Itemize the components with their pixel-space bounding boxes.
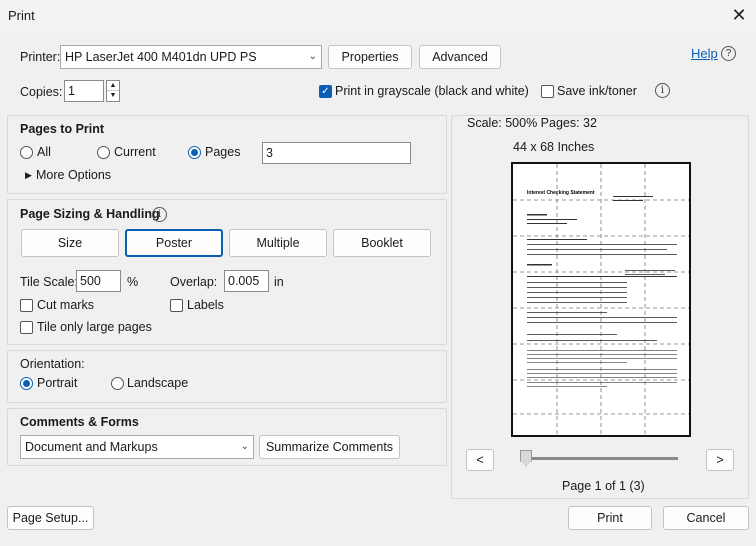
comments-select[interactable]: Document and Markups ⌄ — [20, 435, 254, 459]
poster-button[interactable]: Poster — [125, 229, 223, 257]
multiple-button[interactable]: Multiple — [229, 229, 327, 257]
expand-triangle-icon[interactable]: ▶ — [25, 170, 32, 181]
overlap-unit: in — [274, 275, 284, 289]
labels-checkbox[interactable] — [170, 299, 183, 312]
print-button[interactable]: Print — [568, 506, 652, 530]
page-setup-button[interactable]: Page Setup... — [7, 506, 94, 530]
help-link[interactable]: Help — [691, 46, 718, 61]
printer-select-value: HP LaserJet 400 M401dn UPD PS — [65, 50, 257, 64]
save-ink-checkbox[interactable] — [541, 85, 554, 98]
booklet-button[interactable]: Booklet — [333, 229, 431, 257]
sizing-info-icon[interactable]: i — [152, 207, 167, 222]
chevron-down-icon: ⌄ — [240, 441, 249, 452]
grayscale-checkbox[interactable]: ✓ — [319, 85, 332, 98]
preview-size-text: 44 x 68 Inches — [513, 140, 595, 154]
printer-label: Printer: — [20, 50, 61, 64]
copies-label: Copies: — [20, 85, 63, 99]
page-sizing-heading: Page Sizing & Handling — [20, 207, 160, 221]
radio-landscape-label: Landscape — [127, 376, 189, 390]
summarize-comments-button[interactable]: Summarize Comments — [259, 435, 400, 459]
title-bar — [0, 0, 756, 32]
cut-marks-label: Cut marks — [37, 298, 94, 312]
tile-only-large-label: Tile only large pages — [37, 320, 152, 334]
copies-stepper[interactable]: ▲ ▼ — [106, 80, 120, 102]
more-options-toggle[interactable]: More Options — [36, 168, 111, 182]
help-icon[interactable]: ? — [721, 46, 736, 61]
grayscale-label: Print in grayscale (black and white) — [335, 84, 529, 98]
overlap-input[interactable]: 0.005 — [224, 270, 269, 292]
radio-pages[interactable] — [188, 146, 201, 159]
radio-pages-label: Pages — [205, 145, 241, 159]
comments-heading: Comments & Forms — [20, 415, 139, 429]
preview-doc-title: Interest Checking Statement — [527, 190, 595, 196]
comments-select-value: Document and Markups — [25, 440, 158, 454]
radio-portrait[interactable] — [20, 377, 33, 390]
cut-marks-checkbox[interactable] — [20, 299, 33, 312]
size-button[interactable]: Size — [21, 229, 119, 257]
radio-all[interactable] — [20, 146, 33, 159]
tile-scale-unit: % — [127, 275, 139, 289]
save-ink-label: Save ink/toner — [557, 84, 637, 98]
cancel-button[interactable]: Cancel — [663, 506, 749, 530]
next-page-button[interactable]: > — [706, 449, 734, 471]
stepper-down-icon[interactable]: ▼ — [107, 91, 119, 101]
preview-slider-track[interactable] — [526, 457, 678, 460]
labels-label: Labels — [187, 298, 224, 312]
copies-input[interactable]: 1 — [64, 80, 104, 102]
close-icon[interactable]: ✕ — [728, 4, 750, 26]
info-icon[interactable]: i — [655, 83, 670, 98]
properties-button[interactable]: Properties — [328, 45, 412, 69]
preview-scale-text: Scale: 500% Pages: 32 — [467, 116, 597, 130]
radio-current-label: Current — [114, 145, 156, 159]
advanced-button[interactable]: Advanced — [419, 45, 501, 69]
orientation-heading: Orientation: — [20, 357, 85, 371]
printer-select[interactable]: HP LaserJet 400 M401dn UPD PS ⌄ — [60, 45, 322, 69]
chevron-down-icon: ⌄ — [308, 51, 317, 62]
tile-scale-label: Tile Scale: — [20, 275, 78, 289]
tile-scale-input[interactable]: 500 — [76, 270, 121, 292]
preview-document: Interest Checking Statement — [513, 164, 689, 435]
radio-current[interactable] — [97, 146, 110, 159]
stepper-up-icon[interactable]: ▲ — [107, 81, 119, 91]
tile-only-large-checkbox[interactable] — [20, 321, 33, 334]
radio-landscape[interactable] — [111, 377, 124, 390]
radio-all-label: All — [37, 145, 51, 159]
pages-range-input[interactable]: 3 — [262, 142, 411, 164]
overlap-label: Overlap: — [170, 275, 218, 289]
page-indicator: Page 1 of 1 (3) — [562, 479, 645, 493]
pages-to-print-heading: Pages to Print — [20, 122, 105, 136]
preview-page: Interest Checking Statement — [511, 162, 691, 437]
radio-portrait-label: Portrait — [37, 376, 78, 390]
window-title: Print — [8, 8, 35, 23]
prev-page-button[interactable]: < — [466, 449, 494, 471]
